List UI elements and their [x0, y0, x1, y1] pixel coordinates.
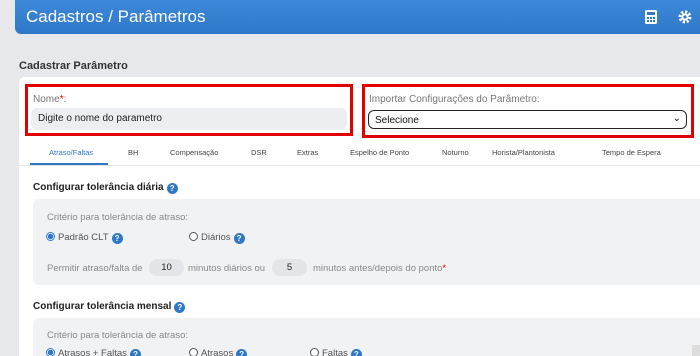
- help-icon[interactable]: ?: [111, 233, 123, 244]
- import-select-value: Selecione: [375, 115, 419, 126]
- tabs-divider: [19, 165, 700, 166]
- monthly-criteria-label: Critério para tolerância de atraso:: [47, 330, 188, 341]
- tab-horista-plantonista[interactable]: Horista/Plantonista: [492, 148, 555, 157]
- tab-tempo-de-espera[interactable]: Tempo de Espera: [602, 148, 661, 157]
- radio-unselected-icon: [189, 348, 198, 356]
- radio-unselected-icon: [310, 348, 319, 356]
- daily-tolerance-heading: Configurar tolerância diária?: [33, 182, 178, 194]
- radio-selected-icon: [46, 232, 55, 241]
- monthly-tolerance-heading: Configurar tolerância mensal?: [33, 301, 186, 313]
- help-icon[interactable]: ?: [166, 183, 178, 194]
- tab-atraso-faltas[interactable]: Atraso/Faltas: [49, 148, 93, 157]
- radio-faltas[interactable]: Faltas?: [310, 348, 362, 356]
- tab-bh[interactable]: BH: [128, 148, 138, 157]
- gear-icon[interactable]: [677, 9, 693, 25]
- radio-atrasos[interactable]: Atrasos?: [189, 348, 248, 356]
- import-label: Importar Configurações do Parâmetro:: [369, 94, 540, 105]
- import-select[interactable]: Selecione ⌄: [368, 110, 687, 129]
- page-title: Cadastros / Parâmetros: [26, 7, 206, 26]
- tab-noturno[interactable]: Noturno: [442, 148, 469, 157]
- permit-label: Permitir atraso/falta de: [47, 263, 143, 274]
- daily-criteria-label: Critério para tolerância de atraso:: [47, 212, 188, 223]
- help-icon[interactable]: ?: [233, 233, 245, 244]
- page-header: Cadastros / Parâmetros: [15, 0, 700, 34]
- help-icon[interactable]: ?: [350, 349, 362, 356]
- help-icon[interactable]: ?: [174, 302, 186, 313]
- name-label: Nome*:: [33, 94, 67, 105]
- name-input[interactable]: Digite o nome do parametro: [31, 108, 347, 130]
- tab-espelho-de-ponto[interactable]: Espelho de Ponto: [350, 148, 409, 157]
- tab-compensacao[interactable]: Compensação: [170, 148, 218, 157]
- chevron-down-icon: ⌄: [672, 113, 681, 124]
- help-icon[interactable]: ?: [236, 349, 248, 356]
- radio-atrasos-faltas[interactable]: Atrasos + Faltas?: [46, 348, 141, 356]
- radio-diarios[interactable]: Diários?: [189, 232, 245, 244]
- active-tab-indicator: [30, 163, 108, 165]
- help-icon[interactable]: ?: [129, 349, 141, 356]
- tab-extras[interactable]: Extras: [297, 148, 318, 157]
- calculator-icon[interactable]: [643, 9, 659, 25]
- before-suffix-label: minutos antes/depois do ponto*: [313, 263, 447, 274]
- minutes-daily-input[interactable]: 10: [149, 259, 184, 276]
- radio-padrao-clt[interactable]: Padrão CLT?: [46, 232, 123, 244]
- minutes-before-input[interactable]: 5: [272, 259, 307, 276]
- radio-unselected-icon: [189, 232, 198, 241]
- scrollbar[interactable]: [692, 345, 700, 356]
- tab-dsr[interactable]: DSR: [251, 148, 267, 157]
- section-title: Cadastrar Parâmetro: [19, 60, 128, 72]
- radio-selected-icon: [46, 348, 55, 356]
- daily-suffix-label: minutos diários ou: [188, 263, 266, 274]
- tab-bar: Atraso/Faltas BH Compensação DSR Extras …: [19, 148, 700, 166]
